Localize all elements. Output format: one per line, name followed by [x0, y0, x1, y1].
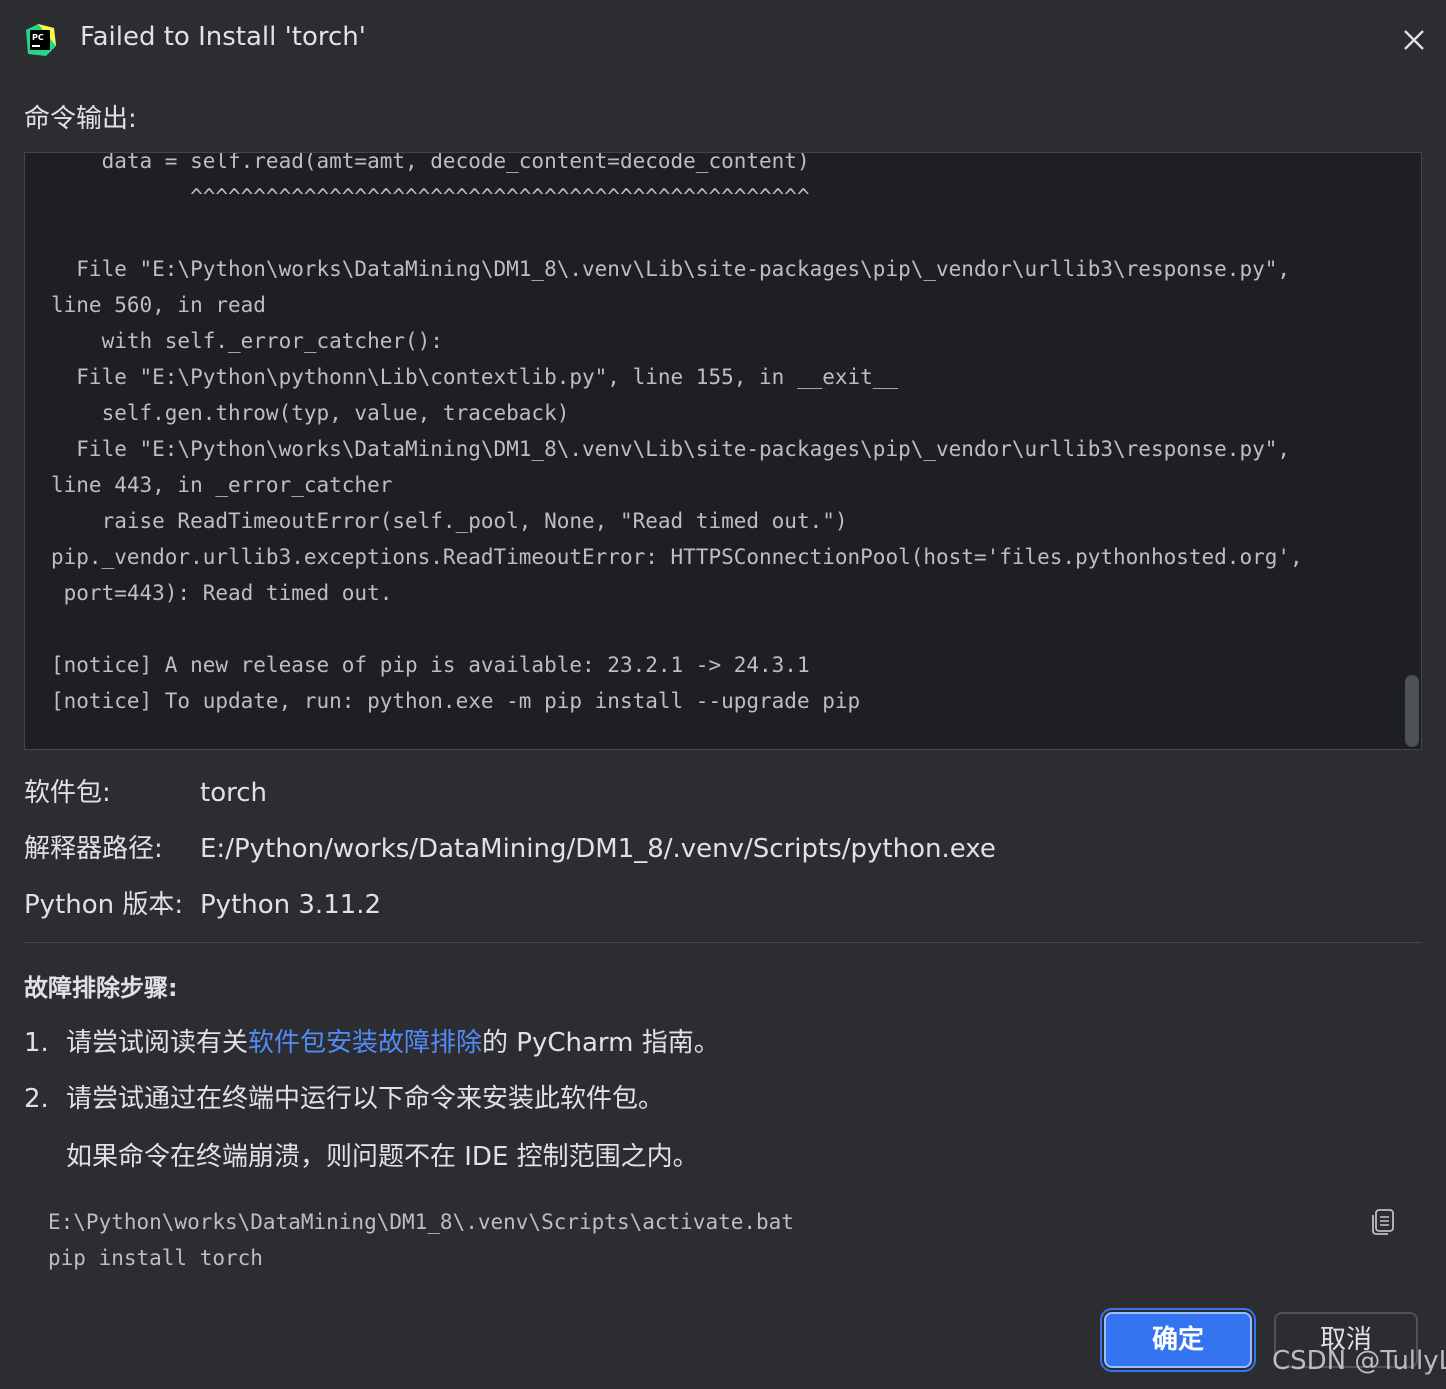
troubleshooting-step-2: 2. 请尝试通过在终端中运行以下命令来安装此软件包。 — [24, 1078, 664, 1115]
package-value: torch — [200, 778, 267, 808]
python-version-value: Python 3.11.2 — [200, 890, 382, 920]
copy-icon[interactable] — [1370, 1208, 1396, 1236]
troubleshooting-heading: 故障排除步骤: — [24, 974, 178, 1002]
terminal-crash-note: 如果命令在终端崩溃，则问题不在 IDE 控制范围之内。 — [66, 1142, 699, 1172]
package-row: 软件包: torch — [24, 772, 267, 809]
step2-text: 请尝试通过在终端中运行以下命令来安装此软件包。 — [66, 1084, 665, 1114]
python-version-row: Python 版本: Python 3.11.2 — [24, 884, 381, 921]
install-command-text[interactable]: E:\Python\works\DataMining\DM1_8\.venv\S… — [48, 1204, 794, 1276]
step-number: 1. — [24, 1028, 49, 1058]
watermark: CSDN @TullyL — [1272, 1346, 1446, 1376]
step1-prefix: 请尝试阅读有关 — [66, 1028, 249, 1058]
python-version-label: Python 版本: — [24, 890, 184, 920]
close-icon[interactable] — [1396, 22, 1432, 58]
title-bar: PC Failed to Install 'torch' — [0, 0, 1446, 80]
interpreter-row: 解释器路径: E:/Python/works/DataMining/DM1_8/.… — [24, 828, 996, 865]
output-scrollbar-thumb[interactable] — [1405, 675, 1419, 747]
svg-text:PC: PC — [32, 33, 44, 42]
ok-button[interactable]: 确定 — [1104, 1312, 1252, 1368]
section-divider — [24, 942, 1422, 943]
dialog-title: Failed to Install 'torch' — [80, 22, 366, 52]
package-label: 软件包: — [24, 778, 111, 808]
troubleshooting-guide-link[interactable]: 软件包安装故障排除 — [248, 1028, 482, 1058]
command-output-panel[interactable]: data = self.read(amt=amt, decode_content… — [24, 152, 1422, 750]
interpreter-value: E:/Python/works/DataMining/DM1_8/.venv/S… — [200, 834, 996, 864]
pycharm-logo-icon: PC — [26, 24, 56, 56]
command-output-label: 命令输出: — [24, 104, 137, 134]
step-number: 2. — [24, 1084, 49, 1114]
install-command-block[interactable]: E:\Python\works\DataMining\DM1_8\.venv\S… — [24, 1196, 1422, 1286]
troubleshooting-step-1: 1. 请尝试阅读有关软件包安装故障排除的 PyCharm 指南。 — [24, 1022, 720, 1059]
interpreter-label: 解释器路径: — [24, 834, 163, 864]
step1-suffix: 的 PyCharm 指南。 — [482, 1028, 720, 1058]
command-output-text: data = self.read(amt=amt, decode_content… — [51, 152, 1303, 713]
